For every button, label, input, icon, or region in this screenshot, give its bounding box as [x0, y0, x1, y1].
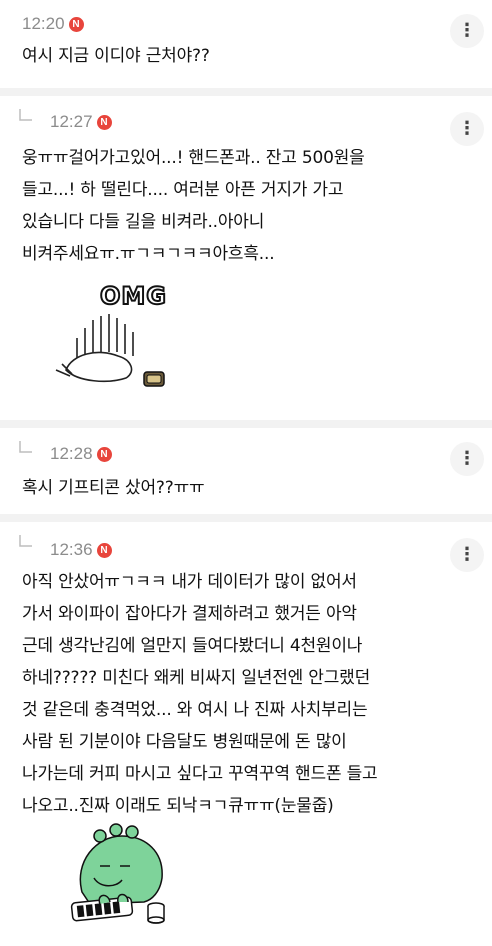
more-vertical-icon: ⋮ — [458, 544, 476, 565]
omg-sticker: OMG — [55, 281, 167, 387]
more-options-button[interactable]: ⋮ — [450, 112, 484, 146]
comment-time: 12:36 — [50, 540, 93, 559]
comment-1: 12:20 N ⋮ 여시 지금 이디야 근처야?? — [0, 0, 492, 88]
comment-time: 12:20 — [22, 14, 65, 33]
new-badge: N — [68, 16, 84, 32]
comment-1-meta: 12:20 N — [22, 14, 84, 34]
divider — [0, 88, 492, 96]
more-vertical-icon: ⋮ — [458, 118, 476, 139]
more-options-button[interactable]: ⋮ — [450, 442, 484, 476]
comment-time: 12:27 — [50, 112, 93, 131]
new-badge: N — [96, 114, 112, 130]
sticker-caption: OMG — [100, 282, 167, 310]
comment-2: 12:27 N ⋮ 웅ㅠㅠ걸어가고있어...! 핸드폰과.. 잔고 500원을 … — [0, 96, 492, 420]
new-badge: N — [96, 446, 112, 462]
divider — [0, 420, 492, 428]
green-creature-sticker — [70, 823, 165, 924]
comment-3: 12:28 N ⋮ 혹시 기프티콘 샀어??ㅠㅠ — [0, 428, 492, 514]
more-vertical-icon: ⋮ — [458, 20, 476, 41]
comment-text: 웅ㅠㅠ걸어가고있어...! 핸드폰과.. 잔고 500원을 들고...! 하 떨… — [22, 148, 365, 264]
comment-3-meta: 12:28 N — [50, 444, 112, 464]
more-options-button[interactable]: ⋮ — [450, 538, 484, 572]
more-vertical-icon: ⋮ — [458, 448, 476, 469]
more-options-button[interactable]: ⋮ — [450, 14, 484, 48]
comment-time: 12:28 — [50, 444, 93, 463]
new-badge: N — [96, 542, 112, 558]
comment-4-meta: 12:36 N — [50, 540, 112, 560]
comment-text: 아직 안샀어ㅠㄱㅋㅋ 내가 데이터가 많이 없어서 가서 와이파이 잡아다가 결… — [22, 572, 378, 816]
reply-arrow-icon — [19, 441, 32, 453]
coin-stack-icon — [147, 902, 165, 924]
reply-arrow-icon — [19, 109, 32, 121]
comment-text: 여시 지금 이디야 근처야?? — [22, 46, 210, 66]
coin-stack-icon — [143, 371, 165, 387]
divider — [0, 514, 492, 522]
reply-arrow-icon — [19, 535, 32, 547]
comment-text: 혹시 기프티콘 샀어??ㅠㅠ — [22, 478, 205, 498]
comment-4: 12:36 N ⋮ 아직 안샀어ㅠㄱㅋㅋ 내가 데이터가 많이 없어서 가서 와… — [0, 522, 492, 946]
comment-2-meta: 12:27 N — [50, 112, 112, 132]
